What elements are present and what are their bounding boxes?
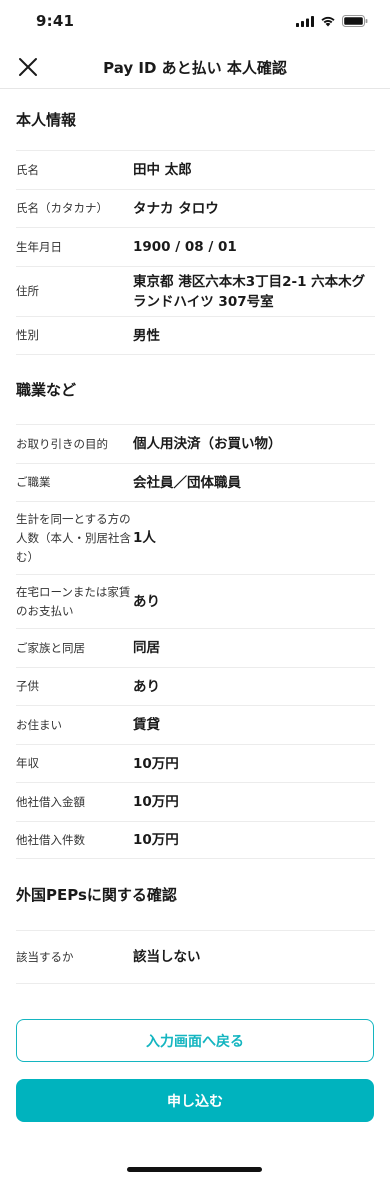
row-label: ご家族と同居 bbox=[16, 640, 85, 655]
row-label: 他社借入金額 bbox=[16, 794, 85, 809]
row-housing-payment: 在宅ローンまたは家賃のお支払い あり bbox=[16, 574, 375, 628]
section-foreign-peps: 外国PEPsに関する確認 該当するか 該当しない bbox=[16, 859, 375, 984]
section-occupation: 職業など お取り引きの目的 個人用決済（お買い物） ご職業 会社員／団体職員 生… bbox=[16, 355, 375, 859]
row-label: 在宅ローンまたは家賃のお支払い bbox=[16, 584, 131, 618]
home-indicator bbox=[127, 1167, 262, 1172]
status-icons bbox=[296, 15, 368, 27]
row-value: 10万円 bbox=[133, 755, 179, 772]
row-label: ご職業 bbox=[16, 475, 51, 489]
row-value: 10万円 bbox=[133, 794, 179, 810]
row-label: 該当するか bbox=[16, 949, 74, 964]
row-value: 1人 bbox=[133, 530, 156, 546]
section-title: 職業など bbox=[16, 381, 77, 399]
submit-application-button[interactable]: 申し込む bbox=[16, 1079, 374, 1122]
row-value: 個人用決済（お買い物） bbox=[133, 436, 282, 452]
row-residence: お住まい 賃貸 bbox=[16, 705, 375, 744]
row-value: 男性 bbox=[133, 327, 160, 344]
row-value: 該当しない bbox=[133, 949, 201, 965]
row-occupation: ご職業 会社員／団体職員 bbox=[16, 463, 375, 501]
row-other-loan-amount: 他社借入金額 10万円 bbox=[16, 782, 375, 821]
row-gender: 性別 男性 bbox=[16, 316, 375, 355]
section-personal-info: 本人情報 氏名 田中 太郎 氏名（カタカナ） タナカ タロウ 生年月日 1900… bbox=[16, 89, 375, 355]
row-label: 性別 bbox=[16, 328, 39, 342]
confirmation-content: 本人情報 氏名 田中 太郎 氏名（カタカナ） タナカ タロウ 生年月日 1900… bbox=[16, 89, 375, 984]
row-label: 他社借入件数 bbox=[16, 832, 85, 847]
row-label: 生計を同一とする方の人数（本人・別居社含む） bbox=[16, 511, 131, 564]
cellular-signal-icon bbox=[296, 15, 314, 27]
row-address: 住所 東京都 港区六本木3丁目2-1 六本木グランドハイツ 307号室 bbox=[16, 266, 375, 316]
row-label: 生年月日 bbox=[16, 239, 62, 254]
wifi-icon bbox=[321, 16, 335, 27]
section-title: 本人情報 bbox=[16, 111, 77, 129]
row-transaction-purpose: お取り引きの目的 個人用決済（お買い物） bbox=[16, 424, 375, 463]
row-children: 子供 あり bbox=[16, 667, 375, 705]
row-name: 氏名 田中 太郎 bbox=[16, 150, 375, 189]
row-label: 年収 bbox=[16, 756, 39, 770]
row-label: 住所 bbox=[16, 284, 39, 298]
row-value: 東京都 港区六本木3丁目2-1 六本木グランドハイツ 307号室 bbox=[133, 273, 366, 310]
row-value: 10万円 bbox=[133, 832, 179, 848]
row-value: 賃貸 bbox=[133, 717, 160, 733]
row-value: 1900 / 08 / 01 bbox=[133, 239, 237, 255]
row-other-loan-count: 他社借入件数 10万円 bbox=[16, 821, 375, 859]
page-title: Pay ID あと払い 本人確認 bbox=[103, 59, 287, 77]
row-label: お取り引きの目的 bbox=[16, 436, 108, 451]
status-bar: 9:41 bbox=[0, 0, 390, 44]
row-peps-applicable: 該当するか 該当しない bbox=[16, 930, 375, 984]
row-label: お住まい bbox=[16, 717, 62, 732]
status-time: 9:41 bbox=[36, 12, 75, 30]
row-value: あり bbox=[133, 593, 160, 610]
row-birthdate: 生年月日 1900 / 08 / 01 bbox=[16, 227, 375, 266]
row-label: 氏名 bbox=[16, 162, 39, 177]
row-value: タナカ タロウ bbox=[133, 200, 219, 217]
back-to-input-button[interactable]: 入力画面へ戻る bbox=[16, 1019, 374, 1062]
row-living-with-family: ご家族と同居 同居 bbox=[16, 628, 375, 667]
row-label: 氏名（カタカナ） bbox=[16, 201, 108, 215]
row-name-kana: 氏名（カタカナ） タナカ タロウ bbox=[16, 189, 375, 227]
battery-icon bbox=[342, 15, 368, 27]
row-value: あり bbox=[133, 678, 160, 695]
nav-bar: Pay ID あと払い 本人確認 bbox=[0, 44, 390, 89]
row-value: 会社員／団体職員 bbox=[133, 474, 241, 491]
section-title: 外国PEPsに関する確認 bbox=[16, 886, 177, 904]
row-annual-income: 年収 10万円 bbox=[16, 744, 375, 782]
row-household-size: 生計を同一とする方の人数（本人・別居社含む） 1人 bbox=[16, 501, 375, 574]
row-label: 子供 bbox=[16, 679, 39, 693]
row-value: 同居 bbox=[133, 640, 160, 656]
row-value: 田中 太郎 bbox=[133, 162, 192, 178]
